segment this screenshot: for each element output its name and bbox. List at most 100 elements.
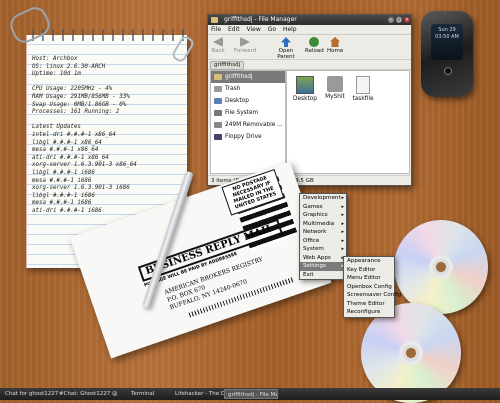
menu-item-reconfigure[interactable]: Reconfigure	[344, 308, 394, 317]
note-line: Latest Updates	[32, 124, 81, 131]
home-folder-icon	[214, 74, 222, 80]
sidebar-item-desktop[interactable]: Desktop	[211, 95, 285, 107]
menu-item-webapps[interactable]: Web Apps▸	[300, 254, 346, 263]
toolbar: Back Forward Open Parent Reload Home	[208, 35, 411, 60]
task-terminal[interactable]: Terminal	[128, 389, 174, 399]
menu-item-settings[interactable]: Settings▸	[300, 262, 346, 271]
sidebar-item-filesystem[interactable]: File System	[211, 107, 285, 119]
desktop-folder-icon	[296, 76, 314, 94]
trash-icon	[214, 86, 222, 92]
cd-disc	[394, 220, 488, 314]
menu-view[interactable]: View	[247, 26, 261, 33]
menu-item-menu-editor[interactable]: Menu Editor	[344, 274, 394, 283]
note-line: mesa #.#.#-1 i686	[32, 177, 92, 184]
task-irc[interactable]: #Chat: Ghost1227 @	[56, 389, 130, 399]
task-file-manager[interactable]: griffithsdj - File Man...	[224, 389, 278, 399]
reload-icon	[309, 37, 319, 47]
folder-icon	[211, 17, 218, 23]
menu-item-openbox-config[interactable]: Openbox Config	[344, 283, 394, 292]
file-manager-window[interactable]: griffithsdj - File Manager – □ × File Ed…	[207, 14, 412, 186]
sidebar-item-floppy[interactable]: Floppy Drive	[211, 131, 285, 143]
window-titlebar[interactable]: griffithsdj - File Manager – □ ×	[208, 15, 411, 25]
mobile-phone: Sun 29 03:50 AM	[421, 11, 473, 97]
menu-item-games[interactable]: Games ▸	[300, 203, 346, 212]
menu-file[interactable]: File	[211, 26, 221, 33]
chevron-right-icon: ▸	[341, 246, 344, 252]
menu-item-screensaver-config[interactable]: Screensaver Config	[344, 291, 401, 300]
open-parent-button[interactable]: Open Parent	[270, 37, 302, 60]
task-chat[interactable]: Chat for ghost1227	[2, 389, 58, 399]
task-browser[interactable]: Lifehacker - The Dav	[172, 389, 228, 399]
sidebar-item-removable[interactable]: 249M Removable ...	[211, 119, 285, 131]
maximize-button[interactable]: □	[396, 17, 402, 23]
phone-screen: Sun 29 03:50 AM	[431, 24, 463, 60]
location-path-button[interactable]: griffithsdj	[210, 61, 245, 70]
menu-item-network[interactable]: Network ▸	[300, 228, 346, 237]
note-line: ati-dri #.#.#-1 x86_64	[32, 154, 109, 161]
system-info-notes: Host: Archbox OS: linux 2.6.30-ARCH Upti…	[32, 56, 182, 215]
note-line: RAM Usage: 291MB/856MB - 33%	[32, 93, 130, 100]
menu-item-appearance[interactable]: Appearance	[344, 257, 394, 266]
floppy-icon	[214, 134, 222, 140]
reload-button[interactable]: Reload	[305, 37, 324, 54]
note-line: xorg-server 1.6.3.901-3 x86_64	[32, 162, 137, 169]
phone-time: 03:50 AM	[435, 34, 459, 40]
chevron-right-icon: ▸	[341, 229, 344, 235]
file-item-myshit[interactable]: MyShit	[321, 76, 349, 100]
menu-item-system[interactable]: System ▸	[300, 245, 346, 254]
taskbar: Chat for ghost1227 #Chat: Ghost1227 @ Te…	[0, 388, 500, 400]
file-item-taskfile[interactable]: taskfile	[349, 76, 377, 102]
chevron-right-icon: ▸	[341, 212, 344, 218]
sidebar: griffithsdj Trash Desktop File System 24…	[210, 70, 286, 174]
note-line: Swap Usage: 0MB/1.86GB - 0%	[32, 101, 127, 108]
menu-item-key-editor[interactable]: Key Editor	[344, 266, 394, 275]
menu-help[interactable]: Help	[283, 26, 297, 33]
chevron-right-icon: ▸	[341, 237, 344, 244]
notepad-spiral	[27, 29, 187, 41]
note-line: intel-dri #.#.#-1 x86_64	[32, 131, 116, 138]
menubar: File Edit View Go Help	[208, 25, 411, 35]
back-button[interactable]: Back	[210, 37, 226, 54]
forward-button[interactable]: Forward	[234, 37, 256, 54]
home-button[interactable]: Home	[327, 37, 343, 54]
note-line: Host: Archbox	[32, 56, 78, 62]
settings-submenu: Appearance Key Editor Menu Editor Openbo…	[343, 256, 401, 318]
close-button[interactable]: ×	[404, 17, 410, 23]
chevron-right-icon: ▸	[341, 220, 344, 227]
menu-go[interactable]: Go	[268, 26, 276, 33]
folder-icon	[327, 76, 343, 92]
note-line: mesa #.#.#-1 x86_64	[32, 147, 99, 154]
menu-item-multimedia[interactable]: Multimedia ▸	[300, 220, 346, 229]
window-title: griffithsdj - File Manager	[224, 16, 297, 23]
note-line: libgl #.#.#-1 i686	[32, 169, 95, 176]
menu-item-theme-editor[interactable]: Theme Editor	[344, 300, 394, 309]
menu-item-graphics[interactable]: Graphics ▸	[300, 211, 346, 220]
note-line: Processes: 161 Running: 2	[32, 109, 120, 116]
arrow-right-icon	[240, 37, 250, 47]
phone-camera	[444, 67, 452, 75]
sidebar-item-trash[interactable]: Trash	[211, 83, 285, 95]
menu-item-development[interactable]: Development ▸	[300, 194, 346, 203]
desktop-icon	[214, 98, 222, 104]
menu-edit[interactable]: Edit	[228, 26, 240, 33]
minimize-button[interactable]: –	[388, 17, 394, 23]
note-line	[32, 117, 182, 125]
text-file-icon	[356, 76, 370, 94]
note-line	[32, 79, 182, 87]
home-icon	[330, 37, 340, 47]
menu-item-office[interactable]: Office ▸	[300, 237, 346, 246]
root-menu: Development ▸ Games ▸ Graphics ▸ Multimedia…	[299, 193, 347, 280]
note-line: xorg-server 1.6.3.901-3 i686	[32, 185, 130, 192]
sidebar-item-home[interactable]: griffithsdj	[211, 71, 285, 83]
file-view: Desktop MyShit taskfile	[286, 70, 410, 174]
chevron-right-icon: ▸	[341, 203, 344, 210]
chevron-right-icon: ▸	[341, 195, 344, 201]
note-line: CPU Usage: 2205MHz - 4%	[32, 86, 113, 93]
location-bar: griffithsdj	[208, 60, 411, 70]
note-line: OS: linux 2.6.30-ARCH	[32, 63, 106, 70]
menu-item-exit[interactable]: Exit	[300, 271, 346, 280]
phone-date: Sun 29	[438, 27, 456, 33]
harddisk-icon	[214, 110, 222, 116]
arrow-up-icon	[281, 37, 291, 47]
file-item-desktop[interactable]: Desktop	[291, 76, 319, 102]
